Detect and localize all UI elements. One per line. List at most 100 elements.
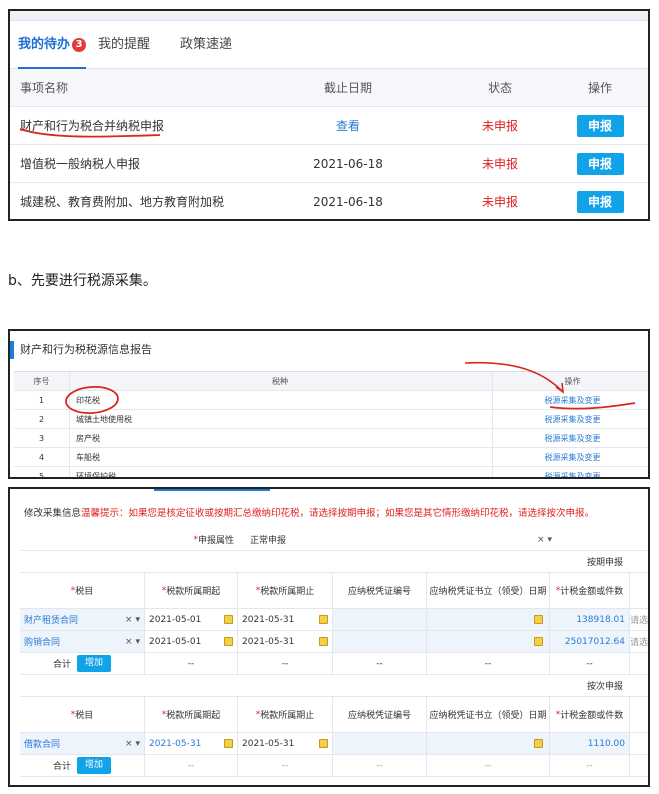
collect-change-link[interactable]: 税源采集及变更 [492,391,648,409]
panel-title: 修改采集信息 [24,508,82,519]
table-row: 2 城镇土地使用税 税源采集及变更 [14,410,648,429]
col-header-item: 税目 [75,587,94,597]
item-name: 城建税、教育费附加、地方教育附加税 [20,195,225,209]
tab-label: 政策速递 [180,37,233,52]
col-header-start: 税款所属期起 [166,711,221,721]
table-row: 5 环境保护税 税源采集及变更 [14,467,648,477]
row-no: 1 [14,391,70,409]
col-header-action: 操作 [587,81,612,95]
collect-change-link[interactable]: 税源采集及变更 [492,448,648,466]
todo-count-badge: 3 [72,38,87,52]
col-header-name: 事项名称 [20,81,69,95]
add-row-button[interactable]: 增加 [77,757,112,774]
status-text: 未申报 [481,157,518,171]
table-header: 事项名称 截止日期 状态 操作 [10,69,648,107]
add-row-button[interactable]: 增加 [77,655,112,672]
col-header-amount: 计税金额或件数 [560,711,624,721]
clear-icon[interactable]: × [125,739,133,749]
amount-input[interactable]: 1110.00 [550,733,630,754]
section-header: 按期申报 [20,551,648,573]
tax-item-select[interactable]: 借款合同 × ▾ [20,733,145,754]
tax-source-panel: 财产和行为税税源信息报告 序号 税种 操作 1 印花税 税源采集及变更 2 城镇… [8,329,650,479]
table-row: 城建税、教育费附加、地方教育附加税 2021-06-18 未申报 申报 [10,183,648,219]
row-no: 2 [14,410,70,428]
col-header-amount: 计税金额或件数 [560,587,624,597]
todo-panel: 我的待办 3 我的提醒 政策速递 事项名称 截止日期 状态 操作 财产和行为税合并… [8,9,650,221]
calendar-icon[interactable] [534,637,543,646]
total-row: 合计 增加 -- -- -- -- -- [20,653,648,675]
item-name: 财产和行为税合并纳税申报 [20,119,165,133]
declare-button[interactable]: 申报 [576,191,624,213]
tax-name: 印花税 [76,396,100,405]
voucher-date-input[interactable] [427,609,550,630]
section-label: 按期申报 [586,558,623,568]
end-date-input[interactable]: 2021-05-31 [238,733,333,754]
clear-icon[interactable]: × [125,637,133,647]
calendar-icon[interactable] [319,637,328,646]
voucher-no-input[interactable] [333,631,427,652]
dropdown-arrow-icon: ▾ [547,534,552,545]
calendar-icon[interactable] [224,637,233,646]
declare-button[interactable]: 申报 [576,153,624,175]
tax-name: 城镇土地使用税 [76,415,132,424]
total-label: 合计 [52,762,71,772]
row-no: 5 [14,467,70,477]
end-date-input[interactable]: 2021-05-31 [238,609,333,630]
tab-bar: 我的待办 3 我的提醒 政策速递 [10,21,648,69]
collect-change-link[interactable]: 税源采集及变更 [492,467,648,477]
col-header-start: 税款所属期起 [166,587,221,597]
start-date-input[interactable]: 2021-05-01 [145,609,238,630]
start-date-input[interactable]: 2021-05-01 [145,631,238,652]
tax-item-select[interactable]: 购销合同 × ▾ [20,631,145,652]
declare-button[interactable]: 申报 [576,115,624,137]
tax-item-select[interactable]: 财产租赁合同 × ▾ [20,609,145,630]
calendar-icon[interactable] [224,615,233,624]
calendar-icon[interactable] [224,739,233,748]
calendar-icon[interactable] [534,615,543,624]
col-header-voucher-date: 应纳税凭证书立（领受）日期 [429,587,547,597]
panel-title: 财产和行为税税源信息报告 [10,339,152,361]
tab-my-reminders[interactable]: 我的提醒 [98,21,150,68]
col-header-item: 税目 [75,711,94,721]
row-no: 4 [14,448,70,466]
start-date-input[interactable]: 2021-05-31 [145,733,238,754]
row-no: 3 [14,429,70,447]
top-strip [10,11,648,21]
voucher-date-input[interactable] [427,733,550,754]
tab-my-todo[interactable]: 我的待办 3 [18,21,87,69]
overflow-cell-text: 请选 [630,616,649,626]
col-header-deadline: 截止日期 [323,81,372,95]
clear-icon[interactable]: × [537,535,545,545]
item-name: 增值税一般纳税人申报 [20,157,141,171]
voucher-no-input[interactable] [333,609,427,630]
dropdown-arrow-icon: ▾ [135,636,140,647]
collect-change-link[interactable]: 税源采集及变更 [492,410,648,428]
calendar-icon[interactable] [319,739,328,748]
calendar-icon[interactable] [534,739,543,748]
tab-label: 我的待办 [18,37,71,52]
voucher-no-input[interactable] [333,733,427,754]
col-header-status: 状态 [487,81,512,95]
table-row: 3 房产税 税源采集及变更 [14,429,648,448]
total-row: 合计 增加 -- -- -- -- -- [20,755,648,777]
tab-policy-express[interactable]: 政策速递 [180,21,232,68]
tax-name: 房产税 [76,434,100,443]
step-caption: b、先要进行税源采集。 [8,273,157,289]
voucher-date-input[interactable] [427,631,550,652]
amount-input[interactable]: 138918.01 [550,609,630,630]
calendar-icon[interactable] [319,615,328,624]
declare-attr-select[interactable]: 正常申报 × ▾ [242,529,560,550]
view-link[interactable]: 查看 [288,107,408,144]
collect-change-link[interactable]: 税源采集及变更 [492,429,648,447]
total-label: 合计 [52,660,71,670]
clear-icon[interactable]: × [125,615,133,625]
col-header-no: 序号 [14,372,70,390]
end-date-input[interactable]: 2021-05-31 [238,631,333,652]
dropdown-arrow-icon: ▾ [135,738,140,749]
col-header-op: 操作 [492,372,648,390]
amount-input[interactable]: 25017012.64 [550,631,630,652]
table-header: * 税目 * 税款所属期起 * 税款所属期止 应纳税凭证编号 应纳税凭证书立（领受）日… [20,697,648,733]
table-header: 序号 税种 操作 [14,372,648,391]
table-row: 增值税一般纳税人申报 2021-06-18 未申报 申报 [10,145,648,183]
tab-label: 我的提醒 [98,37,151,52]
